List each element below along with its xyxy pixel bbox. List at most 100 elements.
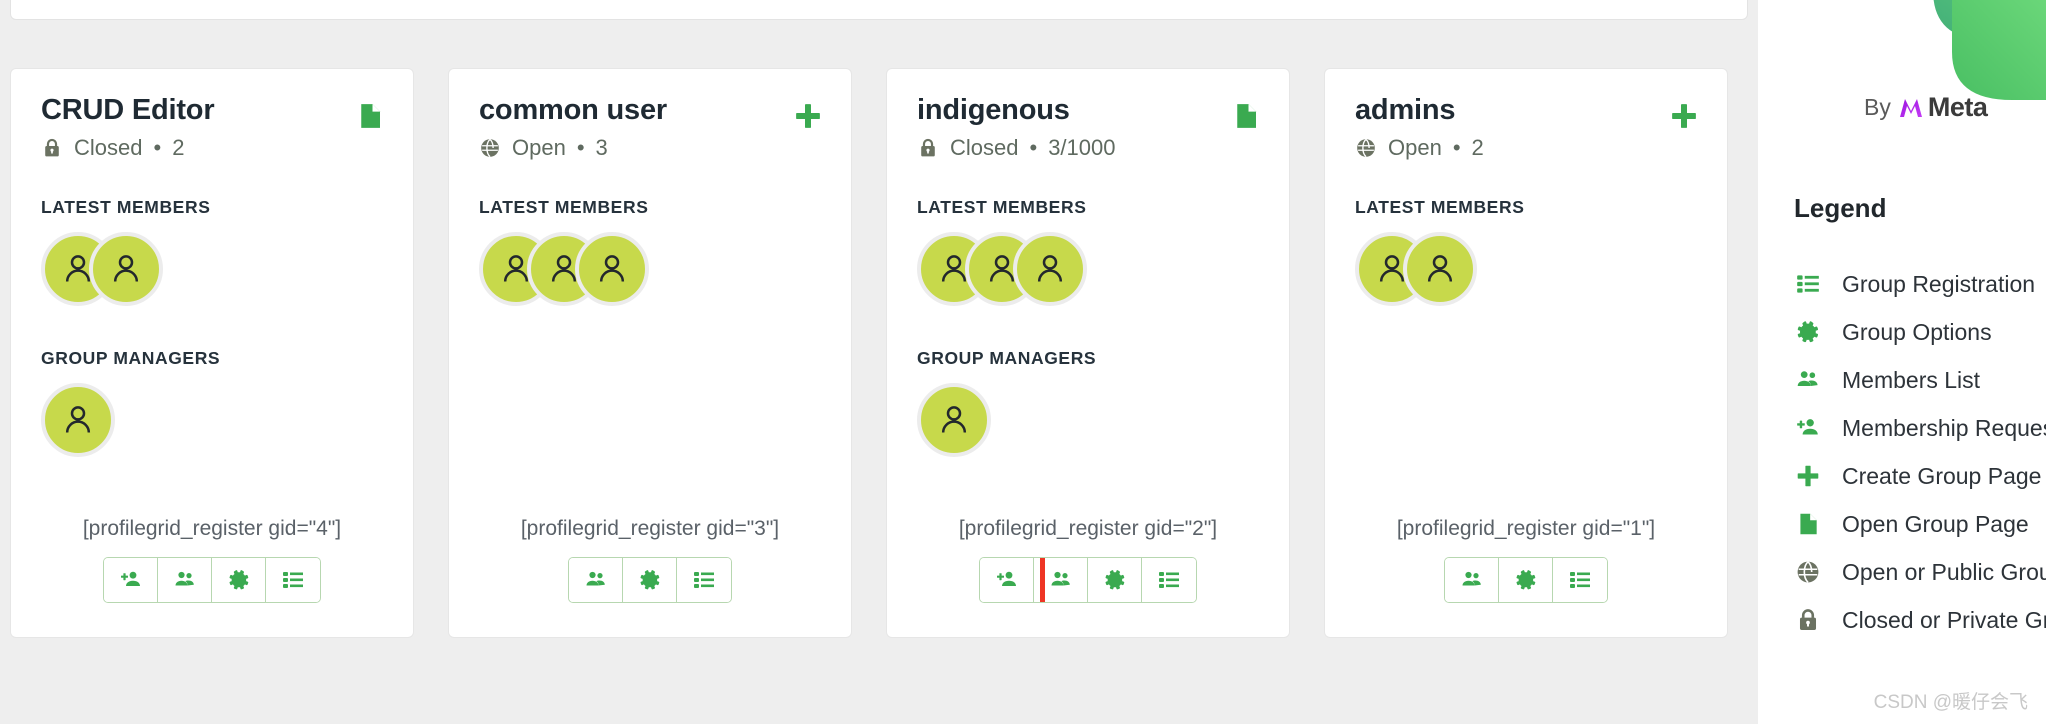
latest-members-label: LATEST MEMBERS [917, 196, 1087, 217]
group-options-icon [1516, 570, 1535, 590]
card-action-members-list-icon[interactable] [158, 558, 212, 602]
legend-item: Create Group Page [1794, 452, 2046, 500]
card-action-membership-request-icon[interactable] [104, 558, 158, 602]
legend-item-label: Closed or Private Group [1842, 606, 2046, 633]
avatar[interactable] [1013, 231, 1087, 306]
card-action-group [568, 557, 732, 603]
legend-item-label: Create Group Page [1842, 462, 2042, 489]
membership-request-icon [996, 571, 1016, 586]
group-title: common user [479, 94, 667, 126]
card-action-group-registration-icon[interactable] [1553, 558, 1607, 602]
legend-item: Open Group Page [1794, 500, 2046, 548]
profilegrid-groups-screen: CRUD Editor Closed • 2 LATEST MEMBERS GR… [0, 0, 2046, 724]
create-group-page-icon [1672, 104, 1696, 128]
register-shortcode: [profilegrid_register gid="1"] [1396, 517, 1656, 540]
group-managers-label: GROUP MANAGERS [41, 347, 221, 368]
group-registration-icon [1570, 572, 1590, 588]
group-registration-icon [1794, 271, 1822, 297]
group-cards-row: CRUD Editor Closed • 2 LATEST MEMBERS GR… [10, 68, 1728, 638]
group-meta: Open • 2 [1355, 135, 1697, 161]
legend-item: Closed or Private Group [1794, 596, 2046, 644]
group-title: CRUD Editor [41, 94, 215, 126]
avatar-person-icon [1427, 254, 1453, 282]
legend-item-label: Group Registration [1842, 270, 2036, 297]
top-panel-partial [10, 0, 1748, 20]
avatar-person-icon [113, 254, 139, 282]
members-list-icon [1051, 571, 1070, 586]
by-label: By [1864, 94, 1891, 120]
card-action-group-registration-icon[interactable] [1142, 558, 1196, 602]
legend-item-label: Membership Request [1842, 414, 2046, 441]
membership-request-icon [1797, 419, 1818, 435]
card-footer: [profilegrid_register gid="4"] [11, 517, 413, 603]
latest-members-label: LATEST MEMBERS [479, 196, 649, 217]
meta-wordmark: Meta [1898, 92, 1988, 123]
group-managers-label: GROUP MANAGERS [917, 347, 1097, 368]
legend-item-label: Open Group Page [1842, 510, 2029, 537]
card-header: admins Open • 2 [1355, 94, 1697, 161]
avatar[interactable] [41, 382, 115, 457]
group-meta: Open • 3 [479, 135, 821, 161]
lock-icon [1794, 607, 1822, 633]
group-registration-icon [283, 572, 303, 588]
card-action-group-options-icon[interactable] [1499, 558, 1553, 602]
privacy-label: Open [1388, 134, 1442, 160]
create-group-page-icon [796, 104, 820, 128]
group-options-icon [640, 570, 659, 590]
legend-sidebar: By Meta Legend Group Registration Group … [1758, 0, 2046, 724]
members-list-icon [175, 571, 194, 586]
avatar-person-icon [1037, 254, 1063, 282]
card-action-group [979, 557, 1197, 603]
register-shortcode: [profilegrid_register gid="4"] [82, 517, 342, 540]
card-action-group-registration-icon[interactable] [266, 558, 320, 602]
avatar[interactable] [917, 382, 991, 457]
lock-icon [917, 136, 939, 160]
card-action-members-list-icon[interactable] [569, 558, 623, 602]
groups-grid-region: CRUD Editor Closed • 2 LATEST MEMBERS GR… [0, 0, 1758, 724]
member-count: 2 [1471, 134, 1484, 160]
meta-separator: • [1452, 134, 1461, 160]
globe-icon [1357, 138, 1375, 158]
group-options-icon [1105, 570, 1124, 590]
legend-item: Group Options [1794, 308, 2046, 356]
group-card: common user Open • 3 LATEST MEMBERS [pro… [448, 68, 852, 638]
group-options-icon [1797, 321, 1819, 343]
membership-request-icon [1794, 415, 1822, 441]
avatar[interactable] [575, 231, 649, 306]
globe-icon [1355, 136, 1377, 160]
card-action-group-options-icon[interactable] [212, 558, 266, 602]
highlighted-action-wrap [980, 558, 1045, 602]
card-action-members-list-icon[interactable] [1034, 558, 1088, 602]
legend-item-label: Group Options [1842, 318, 1992, 345]
card-action-group-options-icon[interactable] [1088, 558, 1142, 602]
open-group-page-icon [361, 104, 380, 128]
card-footer: [profilegrid_register gid="3"] [449, 517, 851, 603]
card-action-group-registration-icon[interactable] [677, 558, 731, 602]
globe-icon [479, 136, 501, 160]
avatar[interactable] [89, 231, 163, 306]
members-list-icon [1797, 371, 1818, 386]
globe-icon [481, 138, 499, 158]
create-group-page-icon[interactable] [791, 99, 825, 133]
open-group-page-icon[interactable] [1229, 99, 1263, 133]
lock-icon [921, 138, 935, 157]
meta-text: Meta [1927, 92, 1988, 122]
lock-icon [41, 136, 63, 160]
avatar-person-icon [599, 254, 625, 282]
avatar-person-icon [65, 405, 91, 433]
avatar[interactable] [1403, 231, 1477, 306]
card-action-members-list-icon[interactable] [1445, 558, 1499, 602]
open-group-page-icon [1237, 104, 1256, 128]
card-action-group-options-icon[interactable] [623, 558, 677, 602]
latest-members-label: LATEST MEMBERS [41, 196, 211, 217]
privacy-label: Open [512, 134, 566, 160]
card-header: indigenous Closed • 3/1000 [917, 94, 1259, 161]
open-group-page-icon[interactable] [353, 99, 387, 133]
group-managers-avatars [917, 382, 1259, 463]
create-group-page-icon[interactable] [1667, 99, 1701, 133]
create-group-page-icon [1794, 463, 1822, 489]
card-action-membership-request-icon[interactable] [980, 558, 1034, 602]
legend-item-label: Open or Public Group [1842, 558, 2046, 585]
legend-item: Members List [1794, 356, 2046, 404]
open-group-page-icon [1800, 513, 1817, 535]
